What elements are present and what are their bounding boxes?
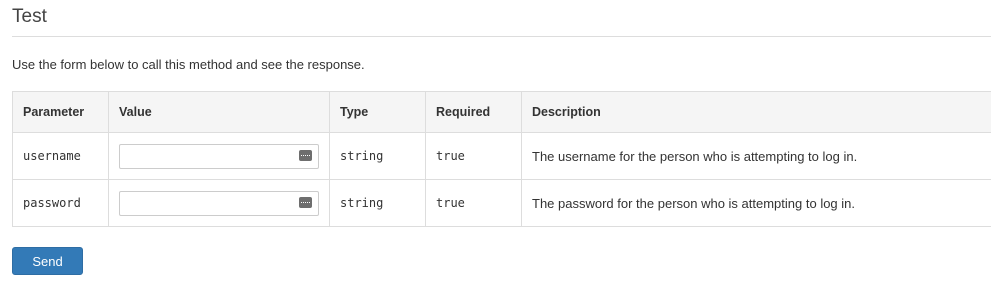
required-username: true: [425, 132, 522, 180]
username-input-wrapper: [119, 143, 319, 169]
parameters-table: Parameter Value Type Required Descriptio…: [12, 91, 991, 227]
table-header-row: Parameter Value Type Required Descriptio…: [12, 91, 991, 133]
description-username: The username for the person who is attem…: [521, 132, 991, 180]
header-type: Type: [329, 91, 426, 133]
param-name-password: password: [12, 179, 109, 227]
header-value: Value: [108, 91, 330, 133]
value-cell-password: [108, 179, 330, 227]
value-cell-username: [108, 132, 330, 180]
description-password: The password for the person who is attem…: [521, 179, 991, 227]
header-required: Required: [425, 91, 522, 133]
password-input[interactable]: [119, 190, 319, 216]
required-password: true: [425, 179, 522, 227]
username-input[interactable]: [119, 143, 319, 169]
header-description: Description: [521, 91, 991, 133]
table-row: username string true The username for th…: [12, 132, 991, 180]
title-divider: [12, 36, 991, 37]
send-button[interactable]: Send: [12, 247, 83, 275]
password-input-wrapper: [119, 190, 319, 216]
table-row: password string true The password for th…: [12, 179, 991, 227]
password-manager-key-icon[interactable]: [299, 149, 312, 161]
section-title: Test: [12, 6, 47, 27]
type-password: string: [329, 179, 426, 227]
password-manager-key-icon[interactable]: [299, 196, 312, 208]
intro-text: Use the form below to call this method a…: [12, 57, 365, 72]
param-name-username: username: [12, 132, 109, 180]
header-parameter: Parameter: [12, 91, 109, 133]
test-page: Test Use the form below to call this met…: [0, 0, 991, 296]
type-username: string: [329, 132, 426, 180]
